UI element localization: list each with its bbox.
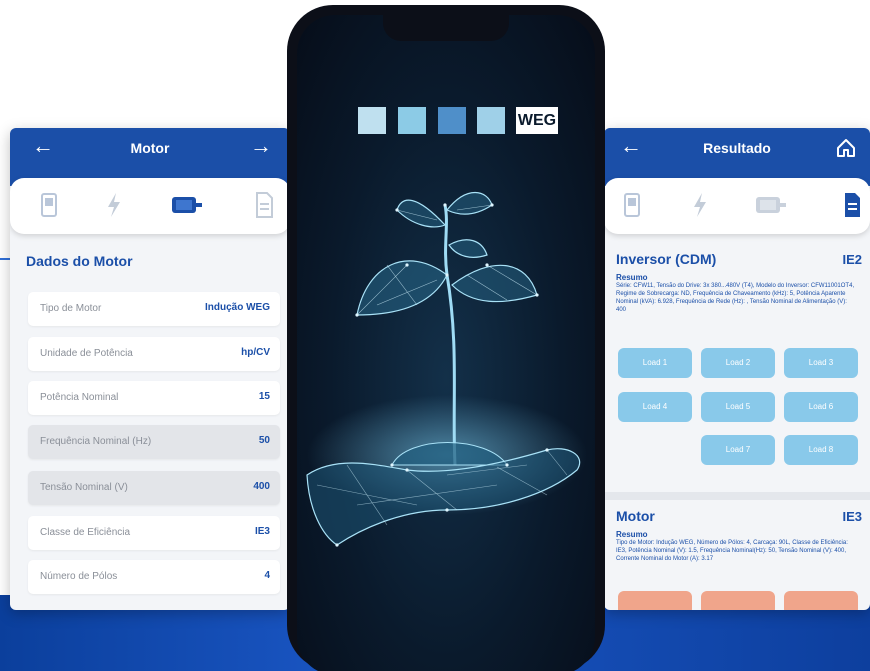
motor-load-button[interactable]: [784, 591, 858, 610]
field-pole-count[interactable]: Número de Pólos 4: [28, 560, 280, 594]
home-icon[interactable]: [836, 138, 856, 158]
field-nominal-power[interactable]: Potência Nominal 15: [28, 381, 280, 415]
field-value: hp/CV: [241, 347, 270, 358]
load-button[interactable]: Load 5: [701, 392, 775, 422]
screen-title: Motor: [130, 140, 170, 156]
motor-summary: Tipo de Motor: Indução WEG, Número de Pó…: [616, 540, 848, 562]
motor-screen: ← Motor → Dados do Motor Tipo de Motor I…: [10, 128, 290, 610]
phone-notch: [383, 15, 509, 41]
step-indicator: [10, 178, 290, 234]
load-button[interactable]: Load 8: [784, 435, 858, 465]
section-title: Dados do Motor: [26, 253, 133, 269]
load-button[interactable]: Load 7: [701, 435, 775, 465]
field-efficiency-class[interactable]: Classe de Eficiência IE3: [28, 516, 280, 550]
load-button[interactable]: Load 1: [618, 348, 692, 378]
field-label: Frequência Nominal (Hz): [40, 436, 152, 447]
field-value: 4: [264, 570, 270, 581]
color-square: [438, 107, 466, 134]
phone-icon[interactable]: [620, 190, 644, 220]
load-button[interactable]: Load 3: [784, 348, 858, 378]
section-divider: [604, 492, 870, 500]
load-button[interactable]: Load 2: [701, 348, 775, 378]
field-label: Tipo de Motor: [40, 303, 102, 314]
weg-logo: WEG: [516, 107, 558, 134]
load-button[interactable]: Load 4: [618, 392, 692, 422]
motor-summary-label: Resumo: [616, 530, 648, 539]
motor-title: Motor: [616, 508, 655, 524]
field-nominal-voltage[interactable]: Tensão Nominal (V) 400: [28, 471, 280, 505]
field-label: Número de Pólos: [40, 571, 118, 582]
field-label: Potência Nominal: [40, 392, 119, 403]
field-label: Tensão Nominal (V): [40, 482, 128, 493]
field-label: Unidade de Potência: [40, 348, 133, 359]
color-square: [477, 107, 505, 134]
field-value: 400: [253, 481, 270, 492]
inverter-class: IE2: [842, 252, 862, 267]
forward-arrow-icon[interactable]: →: [250, 134, 272, 158]
center-phone: WEG: [287, 5, 605, 671]
field-value: Indução WEG: [205, 302, 270, 313]
document-icon[interactable]: [252, 190, 276, 220]
inverter-title: Inversor (CDM): [616, 251, 717, 267]
load-button[interactable]: Load 6: [784, 392, 858, 422]
step-indicator: [604, 178, 870, 234]
document-icon[interactable]: [840, 190, 864, 220]
field-value: IE3: [254, 526, 270, 537]
phone-icon[interactable]: [37, 190, 61, 220]
plant-in-hand-illustration: [306, 192, 587, 547]
field-nominal-frequency[interactable]: Frequência Nominal (Hz) 50: [28, 425, 280, 459]
motor-icon[interactable]: [752, 190, 788, 220]
splash-screen: WEG: [297, 15, 595, 671]
field-power-unit[interactable]: Unidade de Potência hp/CV: [28, 337, 280, 371]
lightning-icon[interactable]: [688, 190, 712, 220]
field-value: 15: [258, 391, 270, 402]
field-motor-type[interactable]: Tipo de Motor Indução WEG: [28, 292, 280, 326]
lightning-icon[interactable]: [102, 190, 126, 220]
color-square: [398, 107, 426, 134]
motor-icon[interactable]: [168, 190, 204, 220]
inverter-summary-label: Resumo: [616, 273, 648, 282]
motor-load-button[interactable]: [618, 591, 692, 610]
motor-class: IE3: [842, 509, 862, 524]
field-value: 50: [258, 435, 270, 446]
field-label: Classe de Eficiência: [40, 527, 131, 538]
color-square: [358, 107, 386, 134]
result-screen: ← Resultado Inversor (CDM) IE2 Resumo Sé…: [604, 128, 870, 610]
screen-title: Resultado: [703, 140, 771, 156]
inverter-summary: Série: CFW11, Tensão do Drive: 3x 380...…: [616, 283, 855, 313]
motor-load-button[interactable]: [701, 591, 775, 610]
